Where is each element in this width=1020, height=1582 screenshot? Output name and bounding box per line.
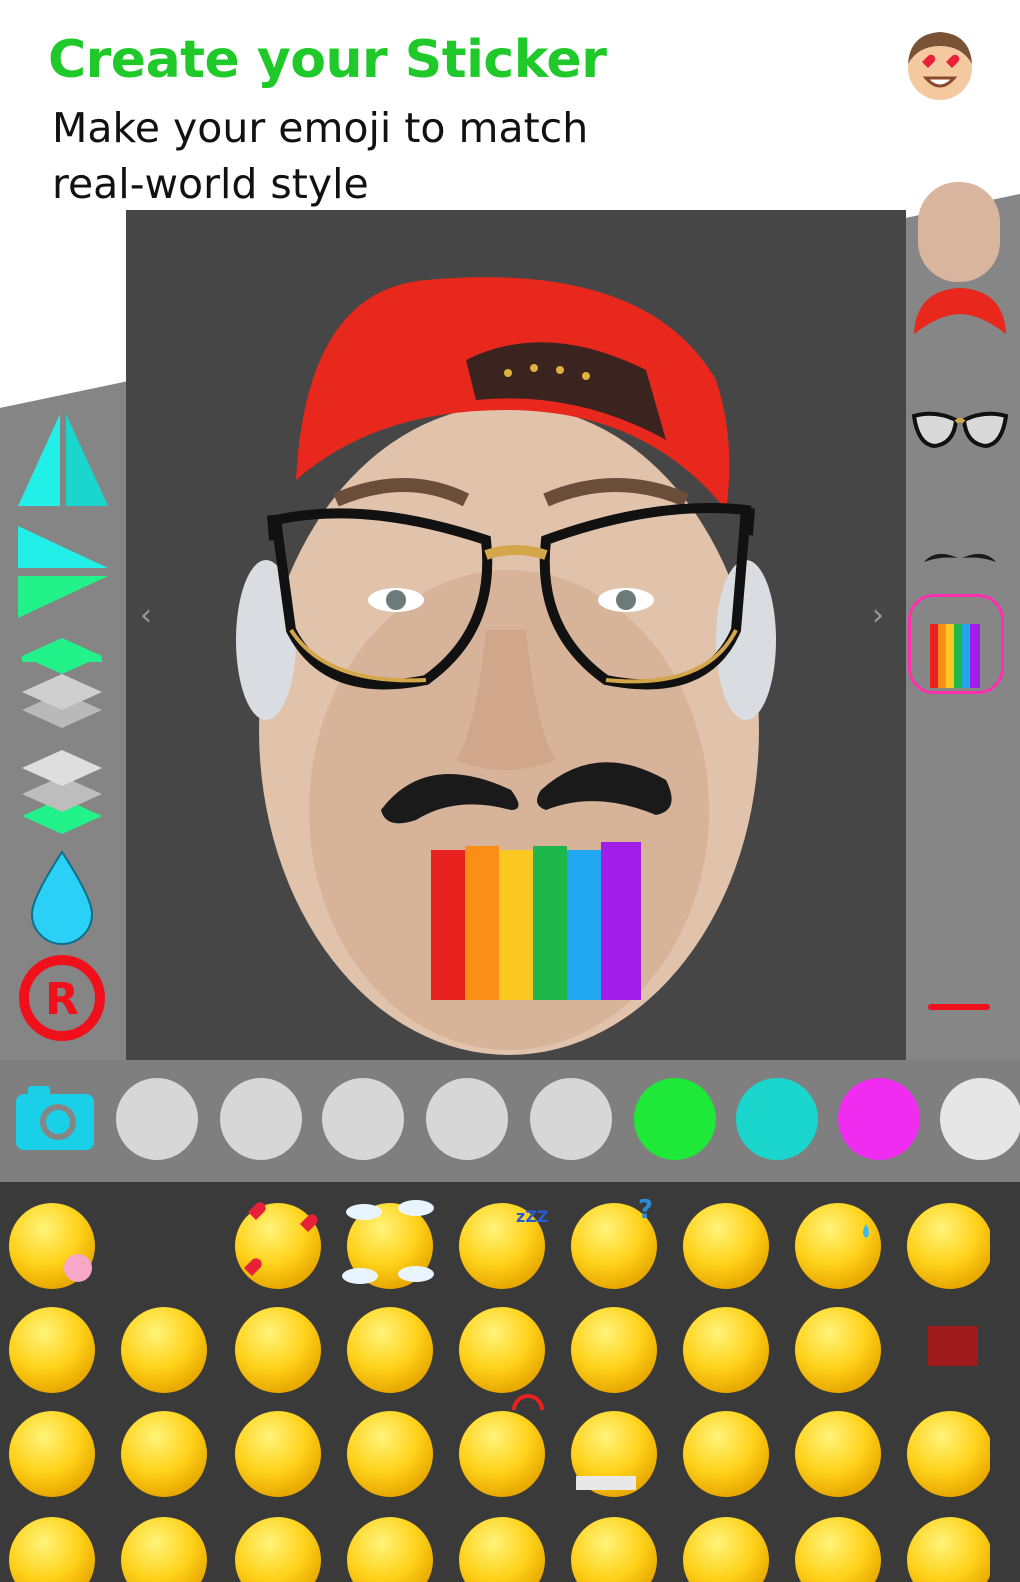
svg-text:?: ?: [638, 1195, 653, 1225]
emoji-grid[interactable]: zZZ ?: [0, 0, 1020, 1582]
svg-text:zZZ: zZZ: [516, 1207, 549, 1226]
